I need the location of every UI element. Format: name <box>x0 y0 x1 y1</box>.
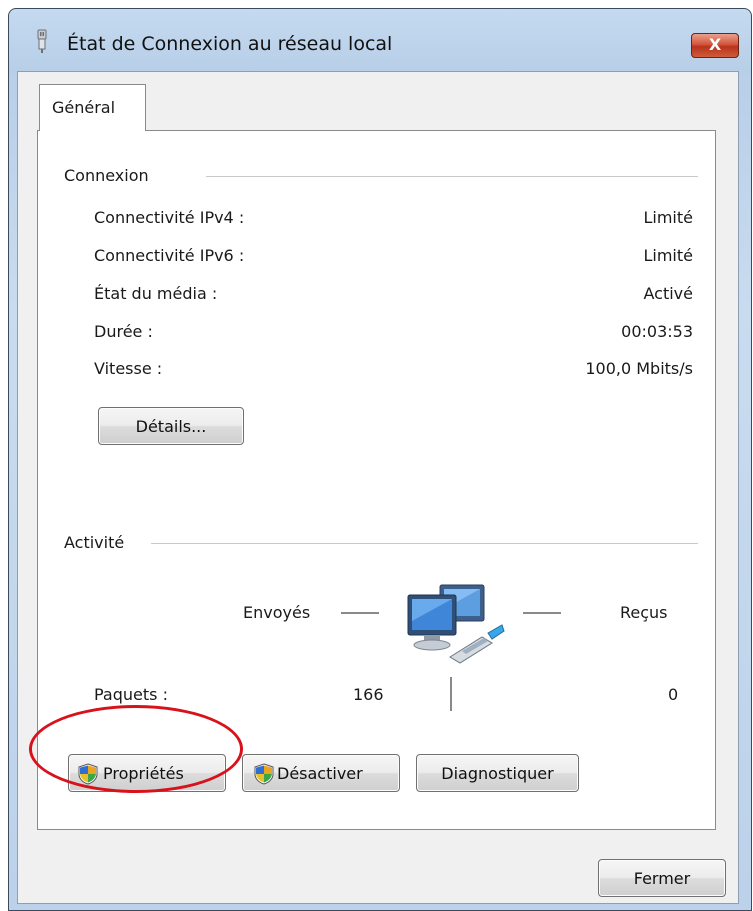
ipv6-label: Connectivité IPv6 : <box>94 246 245 265</box>
annotation-highlight-circle <box>29 705 243 793</box>
sent-line <box>341 612 379 614</box>
title-bar[interactable]: État de Connexion au réseau local X <box>9 9 751 71</box>
ipv4-value: Limité <box>643 208 693 227</box>
group-divider-connexion <box>206 176 698 177</box>
received-label: Reçus <box>620 603 668 622</box>
media-state-value: Activé <box>643 284 694 303</box>
network-plug-icon <box>37 29 47 53</box>
close-dialog-button-label: Fermer <box>633 869 691 888</box>
close-button[interactable]: X <box>691 33 739 58</box>
speed-value: 100,0 Mbits/s <box>585 359 693 378</box>
window-title: État de Connexion au réseau local <box>67 33 393 55</box>
diagnose-button-label: Diagnostiquer <box>441 764 554 783</box>
disable-button-label: Désactiver <box>277 764 363 783</box>
uac-shield-icon <box>254 763 274 785</box>
group-title-activite: Activité <box>64 533 129 552</box>
duration-label: Durée : <box>94 322 153 341</box>
network-computers-icon <box>407 584 505 664</box>
close-dialog-button[interactable]: Fermer <box>598 859 726 897</box>
duration-value: 00:03:53 <box>621 322 693 341</box>
sent-label: Envoyés <box>243 603 311 622</box>
diagnose-button[interactable]: Diagnostiquer <box>416 754 579 792</box>
close-icon: X <box>708 35 722 54</box>
received-line <box>523 612 561 614</box>
disable-button[interactable]: Désactiver <box>242 754 400 792</box>
group-divider-activite <box>151 543 698 544</box>
tab-general[interactable]: Général <box>39 84 146 131</box>
media-state-label: État du média : <box>94 284 218 303</box>
packets-divider <box>450 677 452 711</box>
group-title-connexion: Connexion <box>64 166 153 185</box>
packets-label: Paquets : <box>94 685 168 704</box>
details-button[interactable]: Détails... <box>98 407 244 445</box>
packets-sent-value: 166 <box>353 685 384 704</box>
ipv6-value: Limité <box>643 246 693 265</box>
tab-general-label: Général <box>52 98 116 117</box>
ipv4-label: Connectivité IPv4 : <box>94 208 245 227</box>
speed-label: Vitesse : <box>94 359 163 378</box>
packets-received-value: 0 <box>668 685 679 704</box>
